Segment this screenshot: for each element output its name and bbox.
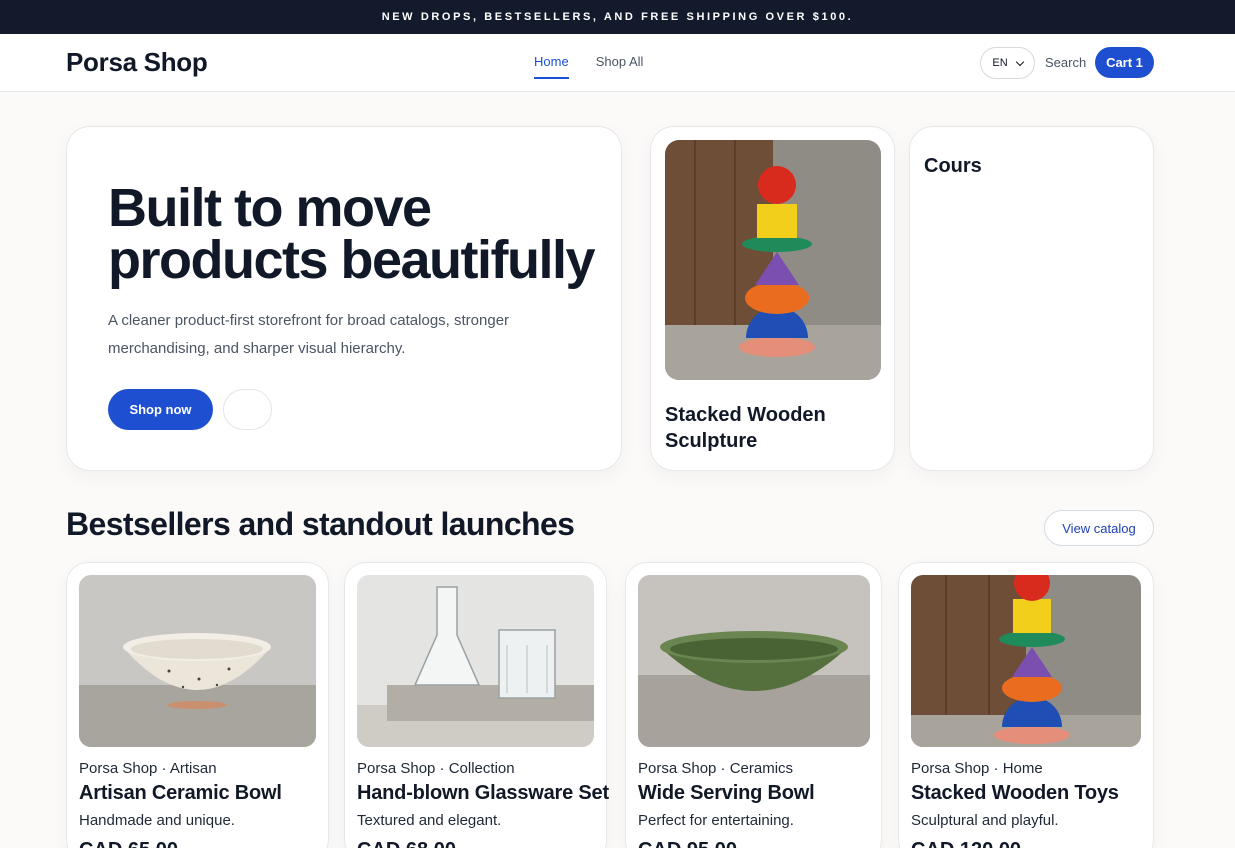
product-description: Textured and elegant.: [357, 812, 502, 829]
product-name[interactable]: Artisan Ceramic Bowl: [79, 782, 282, 805]
hero-title: Built to move products beautifully: [108, 178, 596, 290]
glassware-image: [357, 575, 594, 747]
product-price: CAD 65.00: [79, 839, 178, 848]
shop-now-button[interactable]: Shop now: [108, 389, 213, 430]
cart-button[interactable]: Cart 1: [1095, 47, 1154, 78]
product-description: Sculptural and playful.: [911, 812, 1059, 829]
nav-shop-all[interactable]: Shop All: [596, 54, 644, 79]
announcement-bar: NEW DROPS, BESTSELLERS, AND FREE SHIPPIN…: [0, 0, 1235, 34]
green-bowl-image: [638, 575, 870, 747]
brand-logo[interactable]: Porsa Shop: [66, 47, 208, 78]
product-card[interactable]: Porsa Shop · Artisan Artisan Ceramic Bow…: [66, 562, 329, 848]
hero-card: Built to move products beautifully A cle…: [66, 126, 622, 471]
stacked-toy-image: [665, 140, 881, 380]
product-meta: Porsa Shop · Artisan: [79, 760, 217, 777]
bestsellers-title: Bestsellers and standout launches: [66, 506, 575, 542]
product-description: Handmade and unique.: [79, 812, 235, 829]
main-nav: Home Shop All: [534, 54, 643, 79]
announcement-text: NEW DROPS, BESTSELLERS, AND FREE SHIPPIN…: [381, 11, 854, 23]
site-header: Porsa Shop Home Shop All EN Search Cart …: [0, 34, 1235, 92]
product-card[interactable]: Porsa Shop · Ceramics Wide Serving Bowl …: [625, 562, 882, 848]
product-price: CAD 95.00: [638, 839, 737, 848]
language-value: EN: [992, 57, 1008, 69]
product-meta: Porsa Shop · Home: [911, 760, 1043, 777]
product-meta: Porsa Shop · Collection: [357, 760, 515, 777]
speckled-bowl-image: [79, 575, 316, 747]
side-card[interactable]: Cours: [909, 126, 1154, 471]
product-description: Perfect for entertaining.: [638, 812, 794, 829]
feature-title: Stacked Wooden Sculpture: [665, 404, 826, 452]
product-name[interactable]: Stacked Wooden Toys: [911, 782, 1119, 805]
product-card[interactable]: Porsa Shop · Home Stacked Wooden Toys Sc…: [898, 562, 1154, 848]
product-card[interactable]: Porsa Shop · Collection Hand-blown Glass…: [344, 562, 609, 848]
language-select[interactable]: EN: [980, 47, 1035, 79]
secondary-button[interactable]: [223, 389, 272, 430]
product-meta: Porsa Shop · Ceramics: [638, 760, 794, 777]
stacked-toy-image: [911, 575, 1141, 747]
chevron-down-icon: [1015, 57, 1024, 66]
nav-home[interactable]: Home: [534, 54, 569, 79]
side-card-title: Cours: [924, 155, 982, 177]
product-price: CAD 120.00: [911, 839, 1021, 848]
product-price: CAD 68.00: [357, 839, 456, 848]
search-link[interactable]: Search: [1045, 55, 1086, 70]
hero-subtitle: A cleaner product-first storefront for b…: [108, 312, 510, 357]
product-name[interactable]: Wide Serving Bowl: [638, 782, 815, 805]
feature-card[interactable]: Stacked Wooden Sculpture: [650, 126, 895, 471]
product-name[interactable]: Hand-blown Glassware Set: [357, 782, 609, 805]
view-catalog-button[interactable]: View catalog: [1044, 510, 1154, 546]
